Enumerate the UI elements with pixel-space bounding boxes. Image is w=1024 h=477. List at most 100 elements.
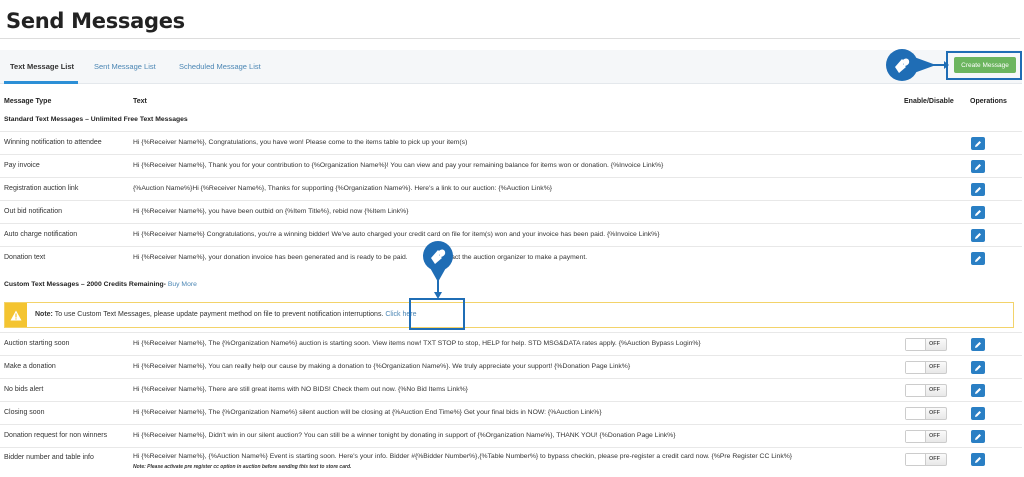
pencil-icon — [975, 140, 981, 147]
edit-button[interactable] — [971, 206, 985, 219]
pencil-icon — [975, 387, 981, 394]
message-type: Auto charge notification — [4, 231, 78, 238]
tab-sent-message-list[interactable]: Sent Message List — [94, 62, 156, 71]
edit-button[interactable] — [971, 453, 985, 466]
toggle-knob — [906, 408, 926, 419]
standard-section-title: Standard Text Messages – Unlimited Free … — [4, 116, 188, 123]
alert-message: Note: To use Custom Text Messages, pleas… — [35, 311, 416, 318]
column-header-enable: Enable/Disable — [904, 98, 954, 105]
tab-bar: Text Message List Sent Message List Sche… — [0, 50, 1022, 84]
table-row: Make a donation Hi {%Receiver Name%}, Yo… — [0, 355, 1022, 378]
pencil-icon — [975, 232, 981, 239]
create-message-button[interactable]: Create Message — [954, 57, 1016, 73]
edit-button[interactable] — [971, 160, 985, 173]
toggle-knob — [906, 339, 926, 350]
custom-section-title: Custom Text Messages – 2000 Credits Rema… — [4, 281, 197, 288]
enable-toggle[interactable]: OFF — [905, 338, 947, 351]
edit-button[interactable] — [971, 137, 985, 150]
table-row: Out bid notification Hi {%Receiver Name%… — [0, 200, 1022, 223]
message-type: Make a donation — [4, 363, 56, 370]
table-row: Winning notification to attendee Hi {%Re… — [0, 131, 1022, 154]
message-text: Hi {%Receiver Name%}, Congratulations, y… — [133, 139, 468, 146]
enable-toggle[interactable]: OFF — [905, 384, 947, 397]
edit-button[interactable] — [971, 183, 985, 196]
edit-button[interactable] — [971, 252, 985, 265]
message-text: Hi {%Receiver Name%}, There are still gr… — [133, 386, 468, 393]
toggle-knob — [906, 385, 926, 396]
enable-toggle[interactable]: OFF — [905, 407, 947, 420]
pencil-icon — [975, 163, 981, 170]
table-row: Auto charge notification Hi {%Receiver N… — [0, 223, 1022, 246]
message-type: Donation text — [4, 254, 46, 261]
pencil-icon — [975, 410, 981, 417]
warning-icon-box — [5, 303, 27, 327]
column-header-type: Message Type — [4, 98, 52, 105]
enable-toggle[interactable]: OFF — [905, 453, 947, 466]
message-type: Registration auction link — [4, 185, 79, 192]
enable-toggle[interactable]: OFF — [905, 430, 947, 443]
table-row: Closing soon Hi {%Receiver Name%}, The {… — [0, 401, 1022, 424]
buy-more-link[interactable]: Buy More — [168, 281, 197, 288]
message-text: Hi {%Receiver Name%}, {%Auction Name%} E… — [133, 453, 793, 460]
message-type: Auction starting soon — [4, 340, 70, 347]
message-text: Hi {%Receiver Name%}, you have been outb… — [133, 208, 409, 215]
message-type: Pay invoice — [4, 162, 40, 169]
pencil-icon — [975, 186, 981, 193]
table-row: Donation request for non winners Hi {%Re… — [0, 424, 1022, 447]
tab-text-message-list[interactable]: Text Message List — [10, 62, 74, 71]
column-header-operations: Operations — [970, 98, 1007, 105]
column-header-text: Text — [133, 98, 147, 105]
enable-toggle[interactable]: OFF — [905, 361, 947, 374]
table-row: Donation text Hi {%Receiver Name%}, your… — [0, 246, 1022, 269]
page-title: Send Messages — [6, 9, 185, 33]
toggle-knob — [906, 454, 926, 465]
message-type: Closing soon — [4, 409, 45, 416]
pencil-icon — [975, 364, 981, 371]
message-text: Hi {%Receiver Name%}, The {%Organization… — [133, 409, 602, 416]
toggle-state: OFF — [929, 433, 940, 439]
pencil-icon — [975, 255, 981, 262]
toggle-state: OFF — [929, 364, 940, 370]
alert-label: Note: — [35, 311, 53, 318]
toggle-knob — [906, 431, 926, 442]
edit-button[interactable] — [971, 430, 985, 443]
map-pin-hand-icon — [886, 49, 949, 81]
pencil-icon — [975, 433, 981, 440]
message-text: {%Auction Name%}Hi {%Receiver Name%}, Th… — [133, 185, 553, 192]
warning-icon — [10, 310, 22, 320]
edit-button[interactable] — [971, 407, 985, 420]
message-text: Hi {%Receiver Name%}, The {%Organization… — [133, 340, 701, 347]
tab-scheduled-message-list[interactable]: Scheduled Message List — [179, 62, 261, 71]
table-row: Registration auction link {%Auction Name… — [0, 177, 1022, 200]
toggle-state: OFF — [929, 387, 940, 393]
table-row: Bidder number and table info Hi {%Receiv… — [0, 447, 1022, 475]
toggle-knob — [906, 362, 926, 373]
table-row: Pay invoice Hi {%Receiver Name%}, Thank … — [0, 154, 1022, 177]
table-row: Auction starting soon Hi {%Receiver Name… — [0, 332, 1022, 355]
custom-section-label: Custom Text Messages – 2000 Credits Rema… — [4, 281, 166, 288]
message-text: Hi {%Receiver Name%}, You can really hel… — [133, 363, 631, 370]
message-type: Bidder number and table info — [4, 454, 94, 461]
toggle-state: OFF — [929, 410, 940, 416]
message-text: Hi {%Receiver Name%}, Thank you for your… — [133, 162, 664, 169]
edit-button[interactable] — [971, 384, 985, 397]
pencil-icon — [975, 456, 981, 463]
message-type: Out bid notification — [4, 208, 62, 215]
click-here-highlight — [409, 298, 465, 330]
edit-button[interactable] — [971, 361, 985, 374]
edit-button[interactable] — [971, 229, 985, 242]
message-type: Donation request for non winners — [4, 432, 108, 439]
message-text: Hi {%Receiver Name%}, Didn't win in our … — [133, 432, 676, 439]
toggle-state: OFF — [929, 341, 940, 347]
map-pin-hand-icon — [423, 241, 453, 299]
edit-button[interactable] — [971, 338, 985, 351]
message-text: Hi {%Receiver Name%}, your donation invo… — [133, 254, 588, 261]
message-type: No bids alert — [4, 386, 44, 393]
toggle-state: OFF — [929, 456, 940, 462]
message-note: Note: Please activate pre register cc op… — [133, 464, 352, 470]
payment-alert: Note: To use Custom Text Messages, pleas… — [4, 302, 1014, 328]
message-type: Winning notification to attendee — [4, 139, 102, 146]
pencil-icon — [975, 209, 981, 216]
alert-text: To use Custom Text Messages, please upda… — [54, 311, 384, 318]
message-text: Hi {%Receiver Name%} Congratulations, yo… — [133, 231, 660, 238]
